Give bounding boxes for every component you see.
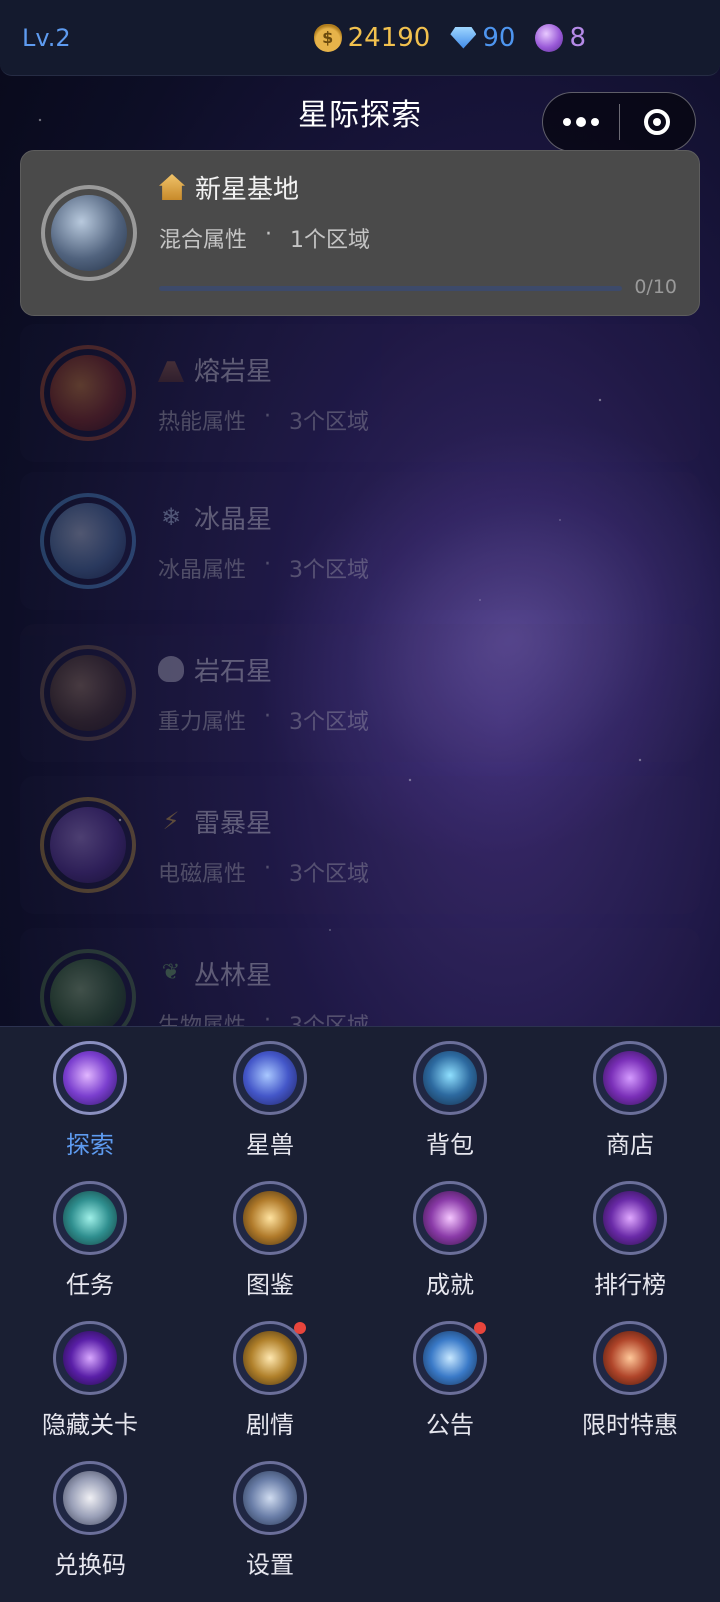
scroll-icon [63, 1191, 117, 1245]
target-icon [644, 109, 671, 135]
planet-meta: 重力属性 · 3个区域 [158, 703, 370, 735]
main-menu-panel: 探索 星兽 背包 商店 任务 图鉴 成就 排行榜 隐藏关卡 剧情 公告 限时特惠… [0, 1026, 720, 1602]
planet-image [40, 797, 136, 893]
ticket-icon [63, 1471, 117, 1525]
gold-value: 24190 [347, 22, 431, 53]
planet-name: 丛林星 [158, 955, 700, 992]
more-dot-icon [590, 118, 599, 126]
volcano-icon [158, 361, 184, 382]
status-bar: Lv.2 24190 90 8 [0, 0, 720, 76]
planet-meta: 冰晶属性 · 3个区域 [158, 551, 370, 583]
money-bag-icon [313, 23, 342, 52]
megaphone-icon [423, 1331, 477, 1385]
book-icon [243, 1191, 297, 1245]
planet-name: 冰晶星 [158, 499, 700, 536]
orb-counter: 8 [535, 23, 586, 53]
more-dot-icon [575, 117, 586, 127]
player-level: Lv.2 [22, 23, 71, 52]
menu-item-achievements[interactable]: 成就 [380, 1181, 520, 1300]
planet-card-base[interactable]: 新星基地 混合属性 · 1个区域 0/10 [20, 150, 700, 316]
gear-icon [243, 1471, 297, 1525]
rock-cloud-icon [158, 656, 184, 682]
menu-item-backpack[interactable]: 背包 [380, 1041, 520, 1160]
shop-icon [603, 1051, 657, 1105]
currency-group: 24190 90 8 [313, 22, 586, 53]
leaderboard-icon [603, 1191, 657, 1245]
more-dot-icon [562, 118, 571, 126]
exploration-progress: 0/10 [159, 276, 677, 298]
notification-dot [294, 1322, 306, 1334]
menu-item-tasks[interactable]: 任务 [20, 1181, 160, 1300]
planet-meta: 热能属性 · 3个区域 [158, 403, 370, 435]
planet-name: 新星基地 [159, 169, 699, 206]
planet-meta: 电磁属性 · 3个区域 [158, 855, 370, 887]
menu-item-settings[interactable]: 设置 [200, 1461, 340, 1580]
gold-counter: 24190 [313, 22, 431, 53]
planet-card-rock[interactable]: 岩石星 重力属性 · 3个区域 [20, 624, 700, 762]
menu-item-explore[interactable]: 探索 [20, 1041, 160, 1160]
orb-value: 8 [569, 22, 586, 53]
planet-name: 熔岩星 [158, 351, 700, 388]
planet-image [40, 493, 136, 589]
menu-item-beast[interactable]: 星兽 [200, 1041, 340, 1160]
menu-item-limited-offer[interactable]: 限时特惠 [560, 1321, 700, 1440]
menu-item-announcements[interactable]: 公告 [380, 1321, 520, 1440]
gem-counter: 90 [450, 23, 515, 53]
menu-item-story[interactable]: 剧情 [200, 1321, 340, 1440]
crystal-ball-icon [535, 23, 564, 52]
menu-item-hidden-levels[interactable]: 隐藏关卡 [20, 1321, 160, 1440]
gift-box-icon [603, 1331, 657, 1385]
more-menu-button[interactable] [543, 93, 619, 151]
close-miniprogram-button[interactable] [620, 93, 696, 151]
miniprogram-capsule [542, 92, 696, 152]
planet-icon [63, 1051, 117, 1105]
notification-dot [474, 1322, 486, 1334]
planet-image [40, 645, 136, 741]
diamond-icon [450, 26, 477, 49]
backpack-icon [423, 1051, 477, 1105]
planet-card-ice[interactable]: 冰晶星 冰晶属性 · 3个区域 [20, 472, 700, 610]
planet-image [41, 185, 137, 281]
planet-name: 雷暴星 [158, 803, 700, 840]
progress-text: 0/10 [634, 275, 677, 298]
story-book-icon [243, 1331, 297, 1385]
beast-icon [243, 1051, 297, 1105]
planet-card-thunder[interactable]: 雷暴星 电磁属性 · 3个区域 [20, 776, 700, 914]
planet-name: 岩石星 [158, 651, 700, 688]
menu-item-leaderboard[interactable]: 排行榜 [560, 1181, 700, 1300]
lightning-icon [158, 808, 184, 834]
snowflake-icon [158, 504, 184, 530]
vortex-icon [63, 1331, 117, 1385]
progress-bar [159, 286, 623, 291]
achievement-icon [423, 1191, 477, 1245]
house-icon [159, 174, 185, 200]
leaf-icon [158, 960, 184, 986]
menu-item-shop[interactable]: 商店 [560, 1041, 700, 1160]
menu-item-redeem-code[interactable]: 兑换码 [20, 1461, 160, 1580]
planet-card-lava[interactable]: 熔岩星 热能属性 · 3个区域 [20, 324, 700, 462]
planet-meta: 混合属性 · 1个区域 [159, 221, 371, 253]
planet-image [40, 345, 136, 441]
menu-item-codex[interactable]: 图鉴 [200, 1181, 340, 1300]
gem-value: 90 [482, 22, 516, 53]
